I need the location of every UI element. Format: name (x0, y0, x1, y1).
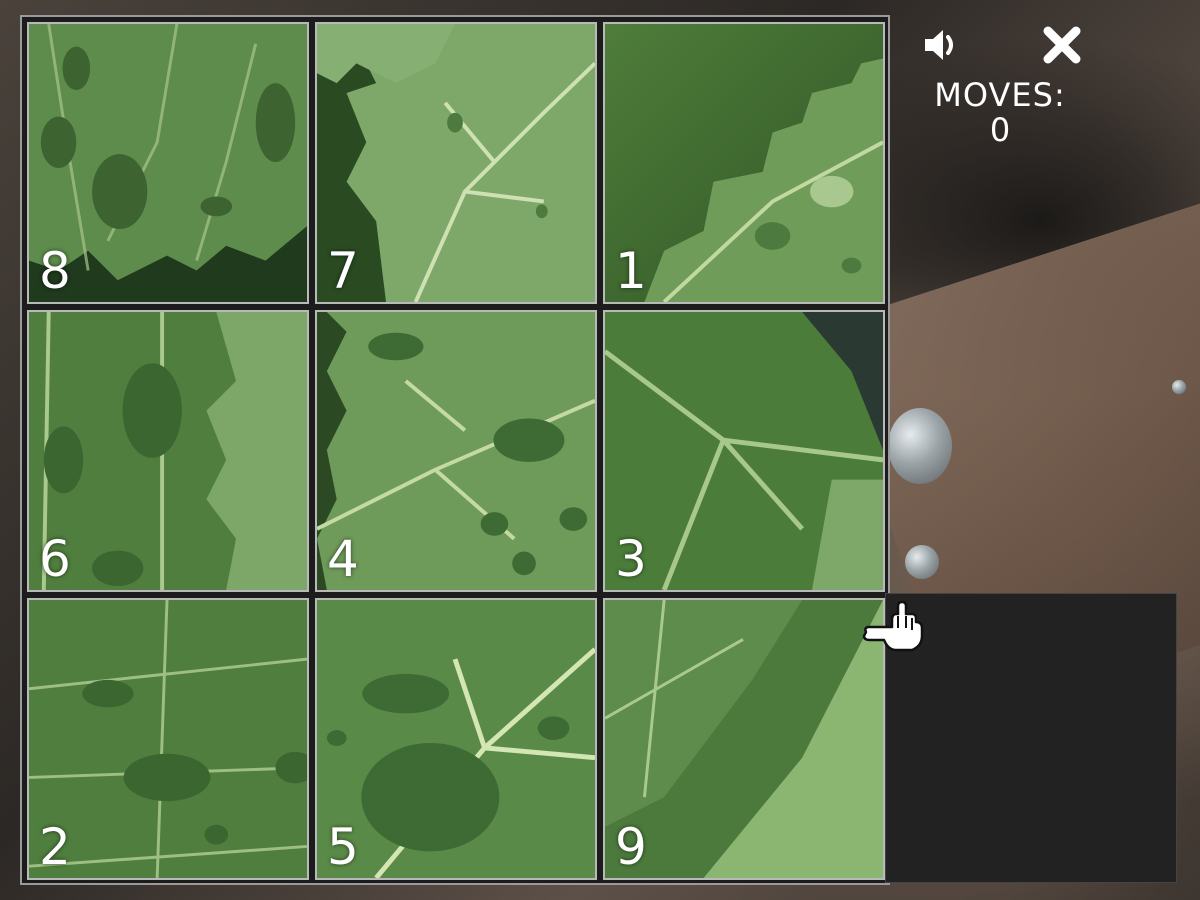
tile-number: 4 (327, 530, 359, 588)
tile-number: 6 (39, 530, 71, 588)
moves-counter: 0 (989, 111, 1011, 150)
tile-number: 7 (327, 242, 359, 300)
hand-pointer-icon (862, 598, 928, 654)
puzzle-tile[interactable]: 2 (27, 598, 309, 880)
tile-number: 2 (39, 818, 71, 876)
tile-number: 3 (615, 530, 647, 588)
puzzle-tile[interactable]: 6 (27, 310, 309, 592)
puzzle-tile[interactable]: 4 (315, 310, 597, 592)
puzzle-tile[interactable]: 5 (315, 598, 597, 880)
background-water-drop (1172, 380, 1186, 394)
puzzle-tile[interactable]: 7 (315, 22, 597, 304)
puzzle-tile[interactable]: 1 (603, 22, 885, 304)
puzzle-tile[interactable]: 8 (27, 22, 309, 304)
hud-icon-bar (905, 20, 1095, 70)
puzzle-board: 8 7 1 6 4 3 2 5 9 (20, 15, 890, 885)
background-water-drop (905, 545, 939, 579)
moves-label: MOVES: (934, 76, 1066, 114)
close-icon[interactable] (1039, 22, 1085, 68)
puzzle-tile[interactable]: 9 (603, 598, 885, 880)
empty-slot[interactable] (885, 593, 1177, 883)
tile-number: 1 (615, 242, 647, 300)
puzzle-tile[interactable]: 3 (603, 310, 885, 592)
hud-panel: MOVES: 0 (905, 20, 1095, 148)
background-water-drop (888, 408, 952, 484)
speaker-icon[interactable] (917, 22, 963, 68)
tile-number: 5 (327, 818, 359, 876)
tile-number: 8 (39, 242, 71, 300)
tile-number: 9 (615, 818, 647, 876)
